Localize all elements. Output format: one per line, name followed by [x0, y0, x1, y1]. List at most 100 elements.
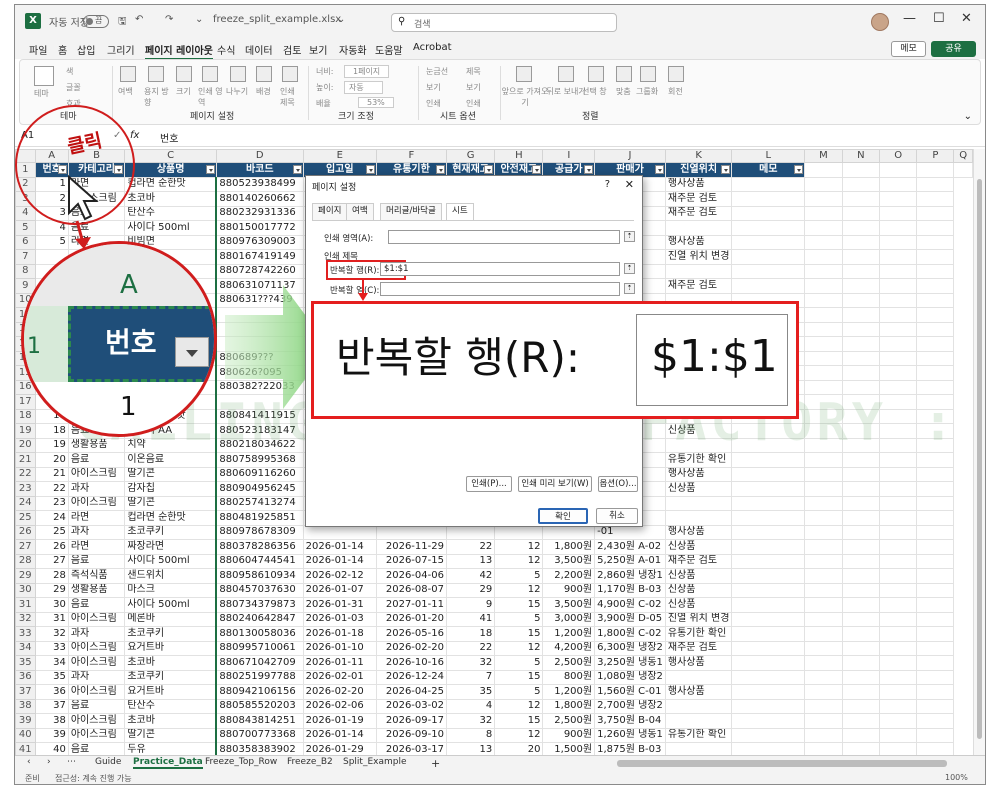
row-header[interactable]: 39 [15, 713, 36, 729]
empty-cell[interactable] [916, 205, 955, 221]
empty-cell[interactable] [916, 336, 955, 352]
table-cell[interactable]: 과자 [67, 669, 126, 685]
empty-cell[interactable] [804, 742, 843, 755]
empty-cell[interactable] [878, 495, 918, 511]
table-cell[interactable]: 2026-09-17 [375, 713, 447, 729]
margins-button[interactable]: 여백 [118, 86, 133, 97]
table-cell[interactable]: 재주문 검토 [664, 640, 733, 656]
empty-cell[interactable] [804, 249, 843, 265]
empty-cell[interactable] [916, 582, 955, 598]
menu-draw[interactable]: 그리기 [107, 42, 135, 57]
avatar[interactable] [871, 13, 889, 31]
menu-automate[interactable]: 자동화 [339, 42, 367, 57]
table-cell[interactable]: -01 [594, 524, 666, 540]
table-cell[interactable]: 행사상품 [664, 176, 733, 192]
table-cell[interactable]: 2027-01-11 [375, 597, 447, 613]
table-cell[interactable]: 음료 [67, 742, 126, 755]
empty-cell[interactable] [878, 162, 918, 178]
empty-cell[interactable] [841, 655, 881, 671]
table-cell[interactable]: 2026-01-31 [302, 597, 377, 613]
empty-cell[interactable] [804, 220, 843, 236]
empty-cell[interactable] [878, 205, 918, 221]
empty-cell[interactable] [916, 611, 955, 627]
table-cell[interactable]: 유통기한 확인 [664, 452, 733, 468]
empty-cell[interactable] [916, 249, 955, 265]
empty-cell[interactable] [916, 495, 955, 511]
empty-cell[interactable] [731, 568, 806, 584]
margins-icon[interactable] [120, 66, 136, 82]
empty-cell[interactable] [953, 162, 973, 178]
table-cell[interactable]: 초코바 [124, 191, 217, 207]
empty-cell[interactable] [916, 684, 955, 700]
table-cell[interactable]: 진열 위치 변경 [664, 611, 733, 627]
table-cell[interactable]: 880942106156 [215, 684, 304, 700]
table-cell[interactable]: 32 [34, 626, 69, 642]
empty-cell[interactable] [878, 263, 918, 279]
table-cell[interactable]: 22 [34, 481, 69, 497]
row-header[interactable]: 21 [15, 452, 36, 468]
empty-cell[interactable] [916, 640, 955, 656]
table-cell[interactable]: 31 [34, 611, 69, 627]
table-cell[interactable]: 2,200원 [542, 568, 596, 584]
table-cell[interactable]: 880130058036 [215, 626, 304, 642]
empty-cell[interactable] [731, 742, 806, 755]
empty-cell[interactable] [916, 539, 955, 555]
empty-cell[interactable] [804, 263, 843, 279]
table-cell[interactable]: 880671042709 [215, 655, 304, 671]
empty-cell[interactable] [878, 669, 918, 685]
memo-button[interactable]: 메모 [891, 41, 926, 57]
print-titles-button[interactable]: 인쇄 제목 [280, 86, 302, 108]
print-area-button[interactable]: 인쇄 영역 [198, 86, 224, 108]
sheet-tab-split-example[interactable]: Split_Example [343, 757, 407, 767]
table-cell[interactable]: 2026-01-07 [302, 582, 377, 598]
ok-button[interactable]: 확인 [538, 508, 588, 524]
empty-cell[interactable] [731, 698, 806, 714]
row-header[interactable]: 28 [15, 553, 36, 569]
empty-cell[interactable] [731, 655, 806, 671]
table-cell[interactable]: 2,700원 냉장2 [594, 698, 666, 714]
table-cell[interactable]: 1,200원 [542, 684, 596, 700]
empty-cell[interactable] [731, 234, 806, 250]
table-cell[interactable]: 2026-01-10 [302, 640, 377, 656]
column-header[interactable]: G [445, 149, 496, 163]
orientation-button[interactable]: 용지 방향 [144, 86, 170, 108]
table-cell[interactable]: 880958610934 [215, 568, 304, 584]
column-header[interactable]: J [594, 149, 666, 163]
rotate-icon[interactable] [668, 66, 684, 82]
empty-cell[interactable] [804, 640, 843, 656]
empty-cell[interactable] [878, 176, 918, 192]
empty-cell[interactable] [731, 263, 806, 279]
selection-pane-button[interactable]: 선택 창 [582, 86, 607, 97]
scale-input[interactable]: 53% [358, 97, 394, 108]
table-cell[interactable]: 2026-10-16 [375, 655, 447, 671]
empty-cell[interactable] [731, 176, 806, 192]
table-cell[interactable]: 15 [494, 713, 544, 729]
table-cell[interactable]: 26 [34, 539, 69, 555]
column-header[interactable]: I [542, 149, 596, 163]
empty-cell[interactable] [804, 278, 843, 294]
table-cell[interactable]: 아이스크림 [67, 611, 126, 627]
table-cell[interactable] [664, 742, 733, 755]
table-cell[interactable]: 22 [445, 640, 496, 656]
empty-cell[interactable] [841, 742, 881, 755]
table-cell[interactable]: 880758995368 [215, 452, 304, 468]
empty-cell[interactable] [878, 727, 918, 743]
menu-insert[interactable]: 삽입 [77, 42, 95, 57]
sheet-tab-freeze-b2[interactable]: Freeze_B2 [287, 757, 333, 767]
tab-header-footer[interactable]: 머리글/바닥글 [380, 203, 442, 220]
table-cell[interactable]: 사이다 500ml [124, 597, 217, 613]
collapse-dialog-icon[interactable]: ⇡ [624, 263, 635, 274]
table-cell[interactable]: 880734379873 [215, 597, 304, 613]
table-cell[interactable]: 5 [494, 611, 544, 627]
height-select[interactable]: 자동 [344, 81, 383, 94]
row-header[interactable]: 40 [15, 727, 36, 743]
colors-button[interactable]: 색 [66, 66, 73, 77]
table-cell[interactable]: 3,500원 [542, 597, 596, 613]
row-header[interactable]: 4 [15, 205, 36, 221]
table-cell[interactable]: 880995710061 [215, 640, 304, 656]
empty-cell[interactable] [878, 640, 918, 656]
empty-cell[interactable] [916, 191, 955, 207]
empty-cell[interactable] [804, 539, 843, 555]
empty-cell[interactable] [731, 611, 806, 627]
table-cell[interactable]: 즉석식품 [67, 568, 126, 584]
